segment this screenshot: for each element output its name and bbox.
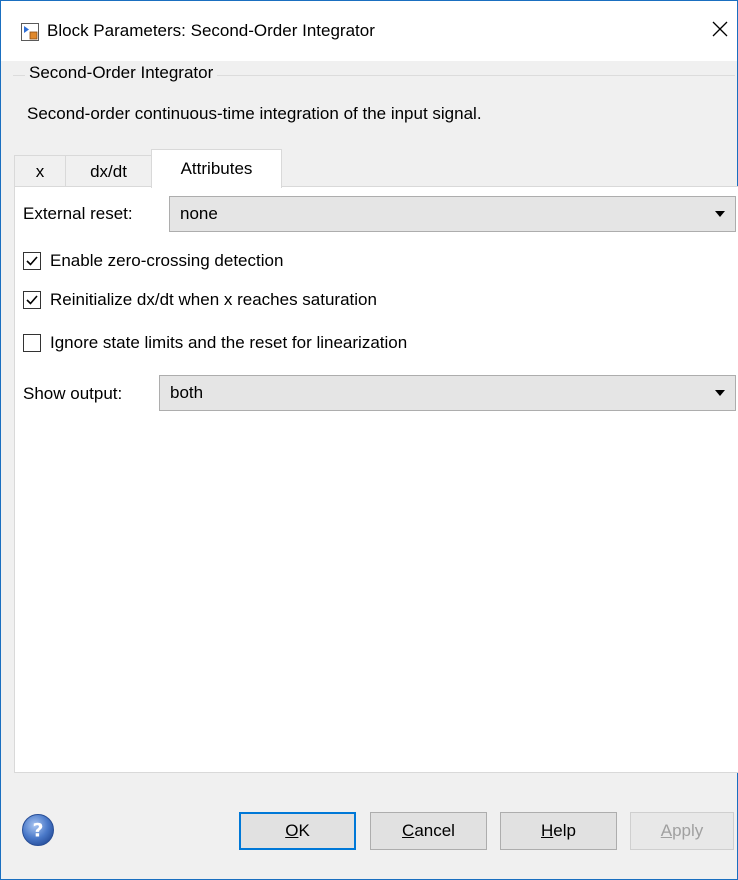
simulink-block-icon	[21, 23, 39, 41]
help-circle-icon[interactable]: ?	[21, 813, 55, 847]
dialog-window: Block Parameters: Second-Order Integrato…	[0, 0, 738, 880]
cancel-label-rest: ancel	[414, 821, 455, 840]
zero-crossing-checkbox[interactable]	[23, 252, 41, 270]
show-output-dropdown[interactable]: both	[159, 375, 736, 411]
ignore-limits-label: Ignore state limits and the reset for li…	[50, 333, 408, 352]
reinitialize-label: Reinitialize dx/dt when x reaches satura…	[50, 290, 377, 309]
help-mnemonic: H	[541, 821, 554, 840]
ok-mnemonic: O	[285, 821, 299, 840]
tab-x[interactable]: x	[14, 155, 66, 187]
window-title: Block Parameters: Second-Order Integrato…	[47, 21, 375, 40]
reinitialize-checkbox-row[interactable]: Reinitialize dx/dt when x reaches satura…	[23, 290, 377, 310]
help-button[interactable]: Help	[500, 812, 617, 850]
cancel-mnemonic: C	[402, 821, 415, 840]
attributes-panel: External reset: none Enable zero-crossin…	[14, 186, 738, 773]
help-label-rest: elp	[553, 821, 576, 840]
external-reset-value: none	[180, 204, 218, 223]
svg-text:?: ?	[32, 820, 43, 842]
close-icon	[712, 21, 728, 42]
checkmark-icon	[26, 295, 38, 305]
tab-attributes[interactable]: Attributes	[151, 149, 282, 188]
apply-button[interactable]: Apply	[630, 812, 734, 850]
block-name: Second-Order Integrator	[25, 63, 218, 83]
ignore-limits-checkbox[interactable]	[23, 334, 41, 352]
external-reset-label: External reset:	[23, 204, 133, 223]
close-button[interactable]	[705, 13, 735, 49]
chevron-down-icon	[715, 211, 725, 217]
tab-dx-dt[interactable]: dx/dt	[65, 155, 152, 187]
ok-label-rest: K	[298, 821, 310, 840]
show-output-value: both	[170, 383, 204, 402]
title-bar: Block Parameters: Second-Order Integrato…	[1, 1, 737, 61]
ignore-limits-checkbox-row[interactable]: Ignore state limits and the reset for li…	[23, 333, 407, 353]
ok-button[interactable]: OK	[239, 812, 356, 850]
show-output-label: Show output:	[23, 384, 123, 403]
tab-bar: x dx/dt Attributes	[14, 149, 738, 188]
reinitialize-checkbox[interactable]	[23, 291, 41, 309]
checkmark-icon	[26, 256, 38, 266]
apply-mnemonic: A	[660, 821, 673, 840]
external-reset-dropdown[interactable]: none	[169, 196, 736, 232]
block-description: Second-order continuous-time integration…	[27, 104, 482, 123]
chevron-down-icon	[715, 390, 725, 396]
zero-crossing-checkbox-row[interactable]: Enable zero-crossing detection	[23, 251, 283, 271]
cancel-button[interactable]: Cancel	[370, 812, 487, 850]
apply-label-rest: pply	[672, 821, 704, 840]
zero-crossing-label: Enable zero-crossing detection	[50, 251, 284, 270]
